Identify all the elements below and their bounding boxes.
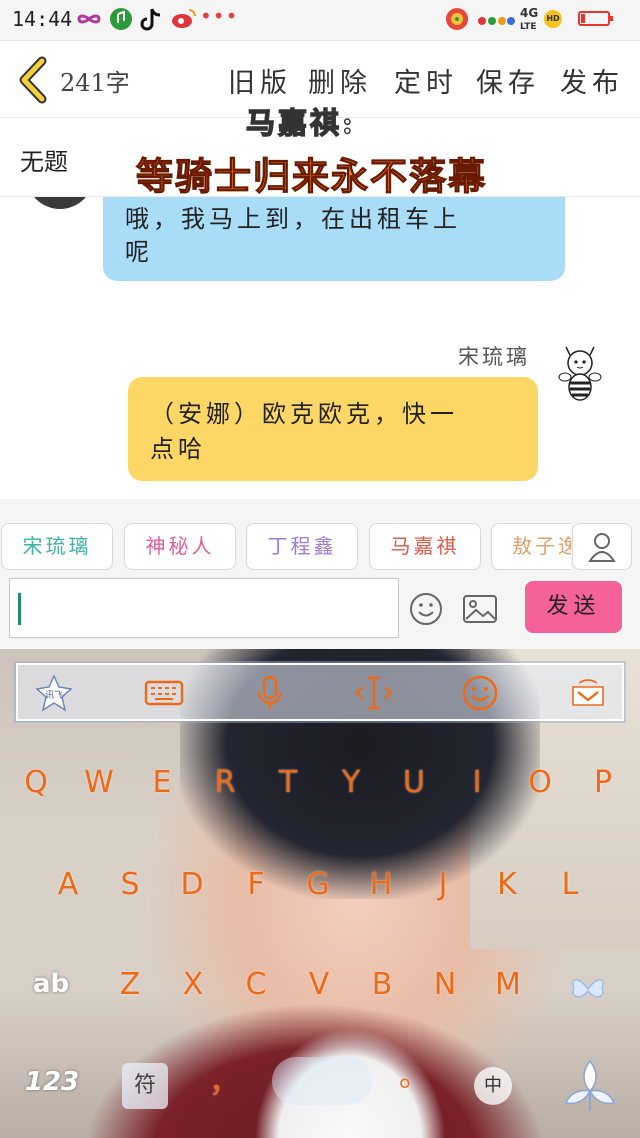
keyboard-toolbar: 讯飞 — [16, 663, 624, 721]
emoji-button[interactable] — [408, 591, 444, 627]
document-title[interactable]: 无题 — [20, 142, 68, 177]
weibo-icon — [172, 9, 196, 28]
key-f[interactable]: F — [228, 857, 284, 913]
music-app-icon — [110, 8, 132, 30]
text-caret — [18, 593, 21, 625]
schedule-button[interactable]: 定时 — [394, 61, 458, 100]
message-input[interactable] — [9, 578, 399, 638]
carrier-icon — [478, 17, 515, 25]
chat-bubble-right[interactable]: （安娜）欧克欧克，快一 点哈 — [128, 377, 538, 481]
key-c[interactable]: C — [228, 957, 284, 1013]
key-g[interactable]: G — [290, 857, 346, 913]
overlay-headline: 等骑士归来永不落幕 — [135, 153, 487, 198]
status-bar: 14:44 ••• 4G LTE HD — [0, 0, 640, 41]
battery-icon — [578, 11, 613, 26]
hd-voice-badge: HD — [544, 10, 562, 28]
avatar[interactable] — [26, 197, 94, 209]
sender-name: 宋琉璃 — [458, 345, 530, 369]
tiktok-icon — [140, 8, 161, 31]
send-button[interactable]: 发送 — [525, 581, 622, 633]
keyboard-layout-icon[interactable] — [142, 673, 186, 713]
publish-button[interactable]: 发布 — [560, 61, 624, 100]
word-count: 241字 — [60, 69, 130, 97]
chat-area: 哦，我马上到，在出租车上 呢 宋琉璃 （安娜）欧克欧克，快一 点哈 — [0, 197, 640, 499]
infinity-icon — [77, 14, 101, 24]
key-r[interactable]: R — [197, 755, 253, 811]
battery-level — [581, 14, 585, 23]
key-e[interactable]: E — [134, 755, 190, 811]
key-u[interactable]: U — [386, 755, 442, 811]
key-s[interactable]: S — [102, 857, 158, 913]
delete-key-butterfly-icon[interactable] — [568, 969, 608, 1009]
user-icon — [588, 533, 616, 562]
image-button[interactable] — [462, 593, 498, 625]
cursor-move-icon[interactable] — [354, 673, 394, 713]
key-d[interactable]: D — [164, 857, 220, 913]
microphone-icon[interactable] — [250, 673, 290, 713]
emoji-keyboard-icon[interactable] — [460, 673, 500, 713]
character-chip[interactable]: 敖子逸 — [491, 523, 571, 570]
more-notifications-icon: ••• — [200, 4, 239, 28]
key-o[interactable]: O — [512, 755, 568, 811]
delete-button[interactable]: 删除 — [308, 61, 372, 100]
svg-text:讯飞: 讯飞 — [45, 690, 63, 701]
message-text-line: 点哈 — [150, 435, 206, 463]
keyboard-logo-icon[interactable]: 讯飞 — [34, 673, 74, 713]
network-type: 4G — [520, 6, 539, 20]
key-q[interactable]: Q — [8, 755, 64, 811]
message-text-line: 哦，我马上到，在出租车上 — [125, 205, 461, 233]
period-key[interactable]: 。 — [386, 1049, 442, 1105]
key-z[interactable]: Z — [102, 957, 158, 1013]
key-p[interactable]: P — [575, 755, 631, 811]
key-v[interactable]: V — [291, 957, 347, 1013]
key-n[interactable]: N — [417, 957, 473, 1013]
enter-key-flower-icon[interactable] — [560, 1053, 620, 1117]
character-chip[interactable]: 马嘉祺 — [369, 523, 481, 570]
character-chip[interactable]: 神秘人 — [124, 523, 236, 570]
key-t[interactable]: T — [260, 755, 316, 811]
save-button[interactable]: 保存 — [476, 61, 540, 100]
network-indicator: 4G LTE — [520, 7, 538, 33]
key-y[interactable]: Y — [323, 755, 379, 811]
message-text-line: 呢 — [125, 238, 153, 266]
key-l[interactable]: L — [542, 857, 598, 913]
key-j[interactable]: J — [415, 857, 471, 913]
shift-key[interactable]: ab — [22, 969, 80, 1015]
chat-bubble-left[interactable]: 哦，我马上到，在出租车上 呢 — [103, 197, 565, 281]
key-k[interactable]: K — [479, 857, 535, 913]
hide-keyboard-icon[interactable] — [568, 673, 608, 713]
space-key[interactable] — [272, 1057, 372, 1105]
status-time: 14:44 — [12, 7, 73, 31]
key-h[interactable]: H — [353, 857, 409, 913]
key-w[interactable]: W — [71, 755, 127, 811]
character-chip[interactable]: 丁程鑫 — [246, 523, 358, 570]
numbers-key[interactable]: 123 — [24, 1067, 80, 1107]
overlay-speaker-name: 马嘉祺: — [245, 105, 356, 140]
network-subtype: LTE — [520, 22, 537, 32]
message-text-line: （安娜）欧克欧克，快一 — [150, 400, 458, 428]
old-version-button[interactable]: 旧版 — [228, 61, 292, 100]
comma-key[interactable]: ， — [196, 1055, 252, 1111]
key-x[interactable]: X — [165, 957, 221, 1013]
composer-panel: 宋琉璃 神秘人 丁程鑫 马嘉祺 敖子逸 发送 — [0, 499, 640, 649]
character-chip[interactable]: 宋琉璃 — [1, 523, 113, 570]
key-i[interactable]: I — [449, 755, 505, 811]
app-notification-icon — [446, 8, 468, 30]
key-m[interactable]: M — [480, 957, 536, 1013]
language-switch-key[interactable]: 中 — [474, 1067, 512, 1105]
add-character-button[interactable] — [572, 523, 632, 570]
keyboard: 讯飞 Q W E R T Y U I O P A S D F G H J K L… — [0, 649, 640, 1138]
symbols-key[interactable]: 符 — [122, 1063, 168, 1109]
key-b[interactable]: B — [354, 957, 410, 1013]
back-button[interactable] — [14, 55, 54, 105]
bee-avatar-icon[interactable] — [556, 345, 604, 403]
key-a[interactable]: A — [40, 857, 96, 913]
